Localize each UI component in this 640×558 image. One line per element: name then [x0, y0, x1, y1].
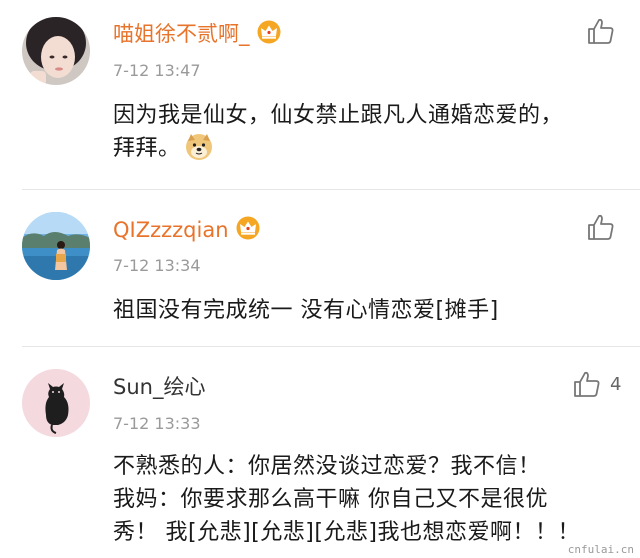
- like-button[interactable]: [586, 16, 616, 46]
- avatar[interactable]: [22, 17, 90, 85]
- comment-text-line: 因为我是仙女，仙女禁止跟凡人通婚恋爱的，: [113, 103, 564, 128]
- vip-crown-icon: [256, 20, 282, 50]
- vip-crown-icon: [235, 216, 261, 246]
- comment-item: 喵姐徐不贰啊_ 7-12 13:47 因为我是仙女，仙女禁止跟凡人通婚恋爱的， …: [0, 0, 640, 190]
- comment-text: 因为我是仙女，仙女禁止跟凡人通婚恋爱的， 拜拜。: [113, 99, 633, 171]
- comment-time: 7-12 13:34: [113, 256, 201, 275]
- comment-text-line: 拜拜。: [113, 136, 181, 161]
- comment-item: Sun_绘心 7-12 13:33 不熟悉的人：你居然没谈过恋爱？我不信！ 我妈…: [0, 347, 640, 558]
- comment-list: 喵姐徐不贰啊_ 7-12 13:47 因为我是仙女，仙女禁止跟凡人通婚恋爱的， …: [0, 0, 640, 558]
- thumbs-up-icon: [588, 18, 614, 44]
- comment-text: 不熟悉的人：你居然没谈过恋爱？我不信！ 我妈：你要求那么高干嘛 你自己又不是很优…: [113, 450, 633, 549]
- comment-text-line: 不熟悉的人：你居然没谈过恋爱？我不信！: [113, 454, 541, 479]
- watermark: cnfulai.cn: [567, 543, 634, 556]
- username-text[interactable]: 喵姐徐不贰啊_: [113, 22, 250, 46]
- doge-emoji-icon: [185, 133, 213, 171]
- username-text[interactable]: QIZzzzqian: [113, 218, 229, 242]
- like-count: 4: [610, 374, 622, 395]
- like-button[interactable]: [572, 369, 602, 399]
- username[interactable]: Sun_绘心: [113, 374, 205, 400]
- avatar[interactable]: [22, 369, 90, 437]
- comment-time: 7-12 13:33: [113, 414, 201, 433]
- comment-text-line: 秀！ 我[允悲][允悲][允悲]我也想恋爱啊！！！: [113, 520, 580, 545]
- comment-text: 祖国没有完成统一 没有心情恋爱[摊手]: [113, 294, 633, 327]
- comment-text-line-wrap: 拜拜。: [113, 132, 633, 171]
- username[interactable]: 喵姐徐不贰啊_: [113, 20, 282, 50]
- username-text[interactable]: Sun_绘心: [113, 375, 205, 399]
- avatar[interactable]: [22, 212, 90, 280]
- comment-time: 7-12 13:47: [113, 61, 201, 80]
- comment-text-line: 我妈：你要求那么高干嘛 你自己又不是很优: [113, 487, 548, 512]
- thumbs-up-icon: [588, 214, 614, 240]
- username[interactable]: QIZzzzqian: [113, 216, 261, 246]
- comment-item: QIZzzzqian 7-12 13:34 祖国没有完成统一 没有心情恋爱[摊手…: [0, 190, 640, 347]
- thumbs-up-icon: [574, 371, 600, 397]
- comment-text-line: 祖国没有完成统一 没有心情恋爱[摊手]: [113, 298, 499, 323]
- like-button[interactable]: [586, 212, 616, 242]
